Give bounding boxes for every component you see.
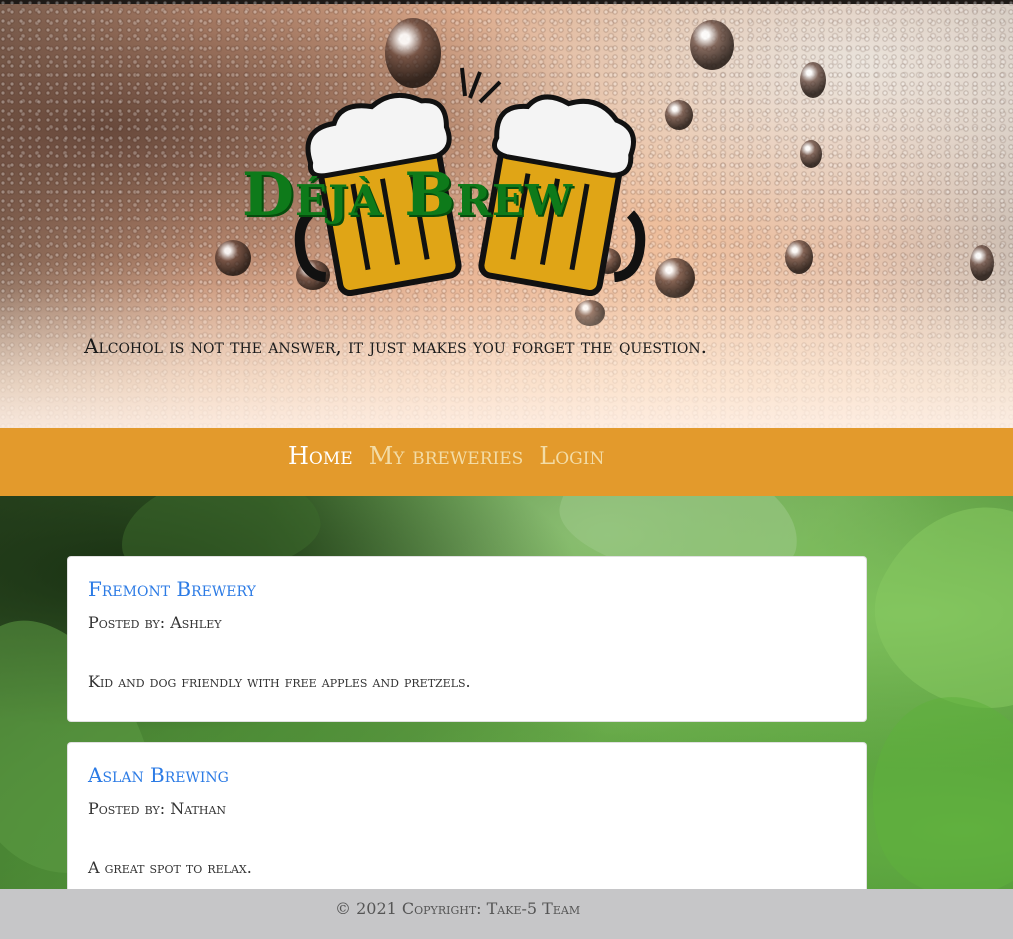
site-logo-text: Déjà Brew <box>242 160 574 230</box>
water-drop <box>800 62 826 98</box>
post-author: Posted by: Ashley <box>88 613 222 632</box>
water-drop <box>970 245 994 281</box>
water-drop <box>800 140 822 168</box>
post-title-link[interactable]: Fremont Brewery <box>88 577 846 601</box>
nav-my-breweries-link[interactable]: My breweries <box>369 442 524 470</box>
post-description: A great spot to relax. <box>88 858 252 877</box>
hero-banner: Déjà Brew Alcohol is not the answer, it … <box>0 0 1013 428</box>
page-footer: © 2021 Copyright: Take-5 Team <box>0 889 1013 939</box>
nav-links: Home My breweries Login <box>288 442 604 470</box>
nav-home-link[interactable]: Home <box>288 442 353 470</box>
post-author: Posted by: Nathan <box>88 799 227 818</box>
post-card: Aslan Brewing Posted by: Nathan A great … <box>67 742 867 889</box>
post-description: Kid and dog friendly with free apples an… <box>88 672 471 691</box>
main-navbar: Home My breweries Login <box>0 428 1013 496</box>
leaf-background-shape <box>847 676 1013 889</box>
post-feed: Fremont Brewery Posted by: Ashley Kid an… <box>0 496 1013 889</box>
post-title-link[interactable]: Aslan Brewing <box>88 763 846 787</box>
tagline: Alcohol is not the answer, it just makes… <box>84 334 707 358</box>
post-card: Fremont Brewery Posted by: Ashley Kid an… <box>67 556 867 722</box>
hero-glow <box>0 288 1013 428</box>
water-drop <box>785 240 813 274</box>
nav-login-link[interactable]: Login <box>539 442 604 470</box>
copyright-text: © 2021 Copyright: Take-5 Team <box>335 899 581 918</box>
